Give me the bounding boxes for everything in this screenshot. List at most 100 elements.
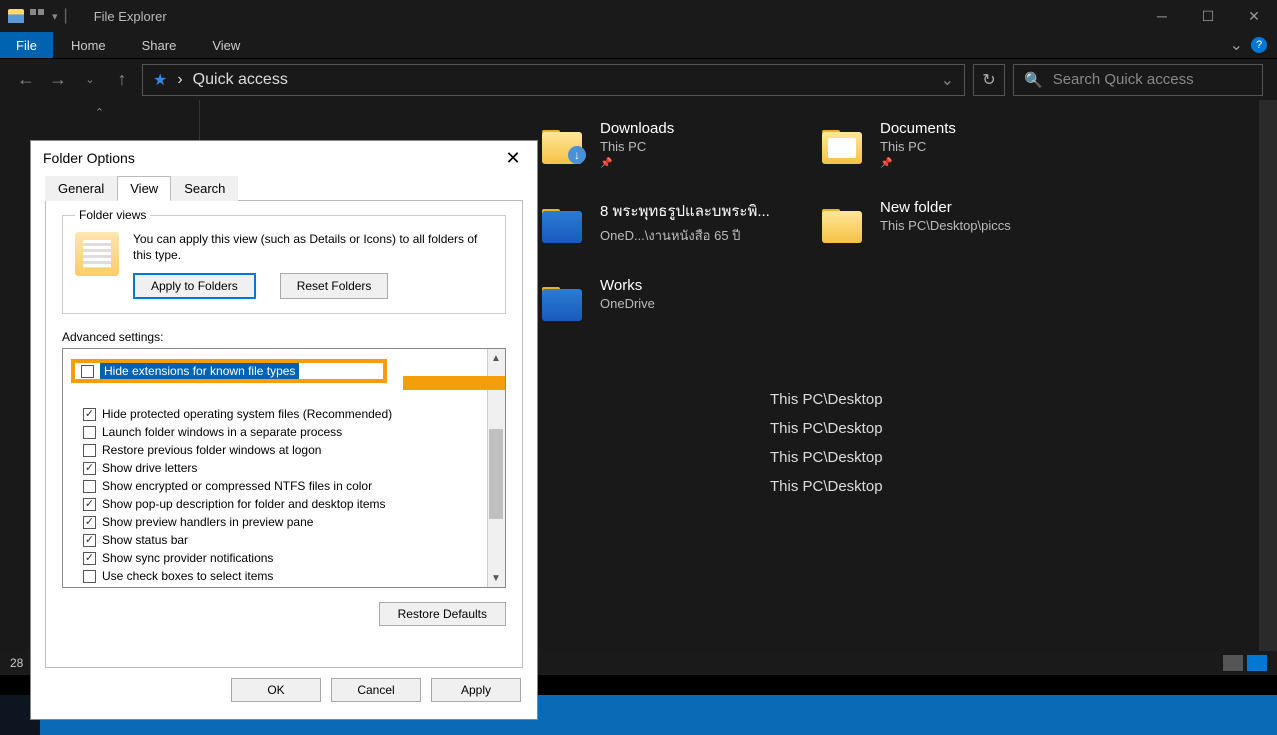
setting-checkbox[interactable]: [83, 516, 96, 529]
setting-checkbox[interactable]: [83, 570, 96, 583]
setting-checkbox[interactable]: [83, 444, 96, 457]
address-bar[interactable]: ★ › Quick access ⌄: [142, 64, 965, 96]
item-count: 28: [10, 656, 23, 670]
setting-label: Hide protected operating system files (R…: [102, 405, 392, 423]
highlighted-setting[interactable]: Hide extensions for known file types: [71, 359, 387, 383]
scroll-thumb[interactable]: [489, 429, 503, 519]
setting-label: Show status bar: [102, 531, 188, 549]
window-title: File Explorer: [94, 9, 167, 24]
setting-checkbox[interactable]: [83, 552, 96, 565]
setting-row[interactable]: Show preview handlers in preview pane: [83, 513, 505, 531]
setting-checkbox[interactable]: [83, 498, 96, 511]
folder-name: Documents: [880, 120, 956, 137]
folder-location: This PC\Desktop\piccs: [880, 218, 1011, 233]
tab-general[interactable]: General: [45, 176, 117, 201]
folder-views-text: You can apply this view (such as Details…: [133, 232, 493, 263]
setting-row[interactable]: Show status bar: [83, 531, 505, 549]
scroll-down-icon[interactable]: ▼: [487, 569, 505, 587]
recent-item[interactable]: This PC\Desktop: [770, 385, 1277, 414]
ribbon: File Home Share View ⌄ ?: [0, 32, 1277, 58]
reset-folders-button[interactable]: Reset Folders: [280, 273, 389, 299]
search-box[interactable]: 🔍 Search Quick access: [1013, 64, 1263, 96]
advanced-settings-label: Advanced settings:: [62, 330, 506, 344]
folder-item[interactable]: 8 พระพุทธรูปและบพระพิ... OneD...\งานหนัง…: [540, 199, 770, 247]
tab-search[interactable]: Search: [171, 176, 238, 201]
content-scrollbar[interactable]: [1259, 100, 1277, 675]
maximize-button[interactable]: ☐: [1185, 0, 1231, 32]
setting-label: Use check boxes to select items: [102, 567, 273, 585]
folder-item[interactable]: Works OneDrive: [540, 277, 770, 325]
address-dropdown-icon[interactable]: ⌄: [941, 70, 954, 90]
setting-checkbox[interactable]: [83, 480, 96, 493]
recent-dropdown[interactable]: ⌄: [78, 68, 102, 92]
apply-to-folders-button[interactable]: Apply to Folders: [133, 273, 256, 299]
setting-checkbox[interactable]: [83, 462, 96, 475]
apply-button[interactable]: Apply: [431, 678, 521, 702]
ribbon-share-tab[interactable]: Share: [124, 38, 195, 53]
setting-checkbox[interactable]: [83, 408, 96, 421]
quick-access-star-icon: ★: [153, 70, 167, 90]
large-icons-view-icon[interactable]: [1247, 655, 1267, 671]
setting-label: Show encrypted or compressed NTFS files …: [102, 477, 372, 495]
setting-row[interactable]: Show encrypted or compressed NTFS files …: [83, 477, 505, 495]
folder-options-dialog: Folder Options ✕ General View Search Fol…: [30, 140, 538, 720]
quick-access-small-icon[interactable]: [30, 9, 46, 23]
folder-icon: ↓: [540, 120, 588, 168]
sidebar-scroll-up[interactable]: ⌃: [0, 100, 199, 124]
qa-dropdown-icon[interactable]: ▾: [52, 10, 58, 23]
hide-extensions-checkbox[interactable]: [81, 365, 94, 378]
advanced-settings-listbox[interactable]: Hide extensions for known file types Hid…: [62, 348, 506, 588]
ribbon-home-tab[interactable]: Home: [53, 38, 124, 53]
details-view-icon[interactable]: [1223, 655, 1243, 671]
setting-label: Show drive letters: [102, 459, 197, 477]
setting-row[interactable]: Restore previous folder windows at logon: [83, 441, 505, 459]
address-text: Quick access: [193, 71, 288, 89]
dialog-title: Folder Options: [43, 150, 135, 166]
setting-label: Show sync provider notifications: [102, 549, 273, 567]
minimize-button[interactable]: ─: [1139, 0, 1185, 32]
close-button[interactable]: ✕: [1231, 0, 1277, 32]
folder-name: Downloads: [600, 120, 674, 137]
folder-item[interactable]: ↓ Downloads This PC 📌: [540, 120, 770, 169]
folder-icon: [820, 120, 868, 168]
ribbon-file-tab[interactable]: File: [0, 32, 53, 58]
ok-button[interactable]: OK: [231, 678, 321, 702]
setting-checkbox[interactable]: [83, 426, 96, 439]
dialog-close-button[interactable]: ✕: [501, 148, 525, 169]
setting-checkbox[interactable]: [83, 534, 96, 547]
folder-item[interactable]: Documents This PC 📌: [820, 120, 1050, 169]
folder-name: Works: [600, 277, 655, 294]
recent-item[interactable]: This PC\Desktop: [770, 414, 1277, 443]
callout-arrow: [403, 359, 506, 409]
folder-views-label: Folder views: [75, 208, 150, 222]
recent-item[interactable]: This PC\Desktop: [770, 472, 1277, 501]
up-button[interactable]: ↑: [110, 68, 134, 92]
ribbon-expand-icon[interactable]: ⌄: [1230, 35, 1243, 55]
folder-views-icon: [75, 232, 119, 276]
setting-row[interactable]: Launch folder windows in a separate proc…: [83, 423, 505, 441]
hide-extensions-label: Hide extensions for known file types: [100, 363, 299, 379]
search-icon: 🔍: [1024, 71, 1043, 89]
pin-icon: 📌: [600, 158, 674, 169]
setting-row[interactable]: Use check boxes to select items: [83, 567, 505, 585]
folder-icon: [540, 199, 588, 247]
folder-name: New folder: [880, 199, 1011, 216]
setting-row[interactable]: Show pop-up description for folder and d…: [83, 495, 505, 513]
refresh-button[interactable]: ↻: [973, 64, 1005, 96]
ribbon-view-tab[interactable]: View: [194, 38, 258, 53]
restore-defaults-button[interactable]: Restore Defaults: [379, 602, 506, 626]
setting-row[interactable]: Show drive letters: [83, 459, 505, 477]
back-button[interactable]: ←: [14, 68, 38, 92]
folder-item[interactable]: New folder This PC\Desktop\piccs: [820, 199, 1050, 247]
cancel-button[interactable]: Cancel: [331, 678, 421, 702]
folder-location: OneDrive: [600, 296, 655, 311]
setting-row[interactable]: Show sync provider notifications: [83, 549, 505, 567]
recent-item[interactable]: This PC\Desktop: [770, 443, 1277, 472]
navbar: ← → ⌄ ↑ ★ › Quick access ⌄ ↻ 🔍 Search Qu…: [0, 58, 1277, 100]
explorer-icon: [8, 9, 24, 23]
setting-label: Launch folder windows in a separate proc…: [102, 423, 342, 441]
tab-view[interactable]: View: [117, 176, 171, 201]
help-icon[interactable]: ?: [1251, 37, 1267, 53]
titlebar: ▾ | File Explorer ─ ☐ ✕: [0, 0, 1277, 32]
forward-button[interactable]: →: [46, 68, 70, 92]
